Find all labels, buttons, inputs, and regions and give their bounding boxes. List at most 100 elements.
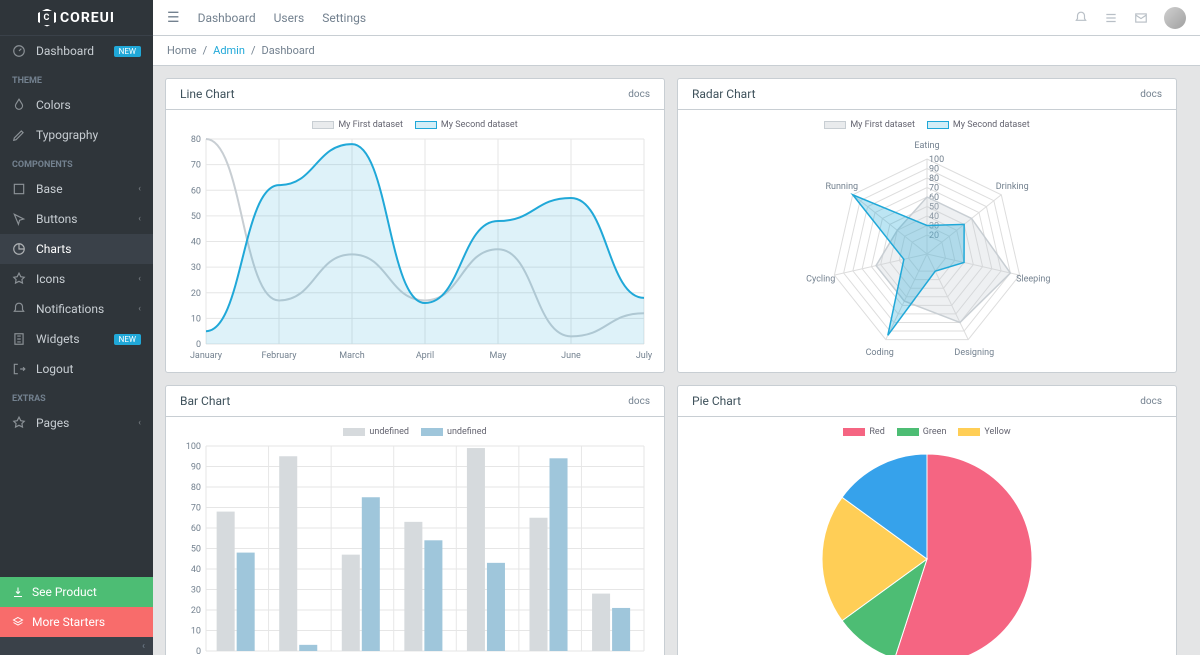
legend-item[interactable]: Red [843,427,884,437]
header: ☰ Dashboard Users Settings [153,0,1200,36]
breadcrumb-home[interactable]: Home [167,44,197,57]
list-icon[interactable] [1104,11,1118,25]
button-label: More Starters [32,615,105,629]
card-title: Bar Chart [180,394,230,408]
card-title: Radar Chart [692,87,756,101]
docs-link[interactable]: docs [628,89,650,100]
sidebar-label: Charts [36,242,71,256]
sidebar-item-pages[interactable]: Pages ‹ [0,408,153,438]
svg-text:May: May [490,351,508,361]
drop-icon [12,98,26,112]
sidebar-item-notifications[interactable]: Notifications ‹ [0,294,153,324]
svg-text:100: 100 [186,442,201,452]
line-chart-card: Line Chart docs My First dataset My Seco… [165,78,665,373]
chevron-left-icon: ‹ [138,304,141,314]
svg-text:40: 40 [191,565,201,575]
badge-new: NEW [114,46,141,57]
bell-icon[interactable] [1074,11,1088,25]
docs-link[interactable]: docs [1140,89,1162,100]
legend-item[interactable]: My Second dataset [415,120,518,130]
button-label: See Product [32,585,97,599]
star-icon [12,416,26,430]
envelope-icon[interactable] [1134,11,1148,25]
sidebar-item-logout[interactable]: Logout [0,354,153,384]
sidebar-label: Widgets [36,332,80,346]
chevron-left-icon: ‹ [142,641,145,652]
svg-text:50: 50 [191,212,201,222]
bell-icon [12,302,26,316]
pie-icon [12,242,26,256]
header-link-dashboard[interactable]: Dashboard [198,11,256,25]
card-body: My First dataset My Second dataset 01020… [166,110,664,372]
svg-text:Drinking: Drinking [996,182,1029,192]
card-header: Pie Chart docs [678,386,1176,417]
card-header: Line Chart docs [166,79,664,110]
bar-chart-card: Bar Chart docs undefined undefined 01020… [165,385,665,655]
legend-item[interactable]: undefined [343,427,409,437]
bar-chart: 0102030405060708090100JanuaryFebruaryMar… [176,441,654,655]
svg-text:20: 20 [191,289,201,299]
card-title: Pie Chart [692,394,741,408]
legend-item[interactable]: My First dataset [312,120,403,130]
svg-text:100: 100 [929,155,944,165]
sidebar-label: Typography [36,128,98,142]
sidebar-item-colors[interactable]: Colors [0,90,153,120]
pencil-icon [12,128,26,142]
svg-text:Eating: Eating [914,141,939,151]
breadcrumb-current: Dashboard [261,44,314,57]
logout-icon [12,362,26,376]
card-body: Red Green Yellow [678,417,1176,655]
chart-legend: My First dataset My Second dataset [688,120,1166,130]
sidebar-nav: Dashboard NEW THEME Colors Typography CO… [0,36,153,577]
sidebar-footer: See Product More Starters ‹ [0,577,153,655]
legend-item[interactable]: My Second dataset [927,120,1030,130]
sidebar-minimizer[interactable]: ‹ [0,637,153,655]
sidebar-item-icons[interactable]: Icons ‹ [0,264,153,294]
avatar[interactable] [1164,7,1186,29]
chart-legend: undefined undefined [176,427,654,437]
svg-text:30: 30 [191,263,201,273]
radar-chart: 2030405060708090100EatingDrinkingSleepin… [688,134,1166,362]
docs-link[interactable]: docs [1140,396,1162,407]
sidebar-toggle[interactable]: ☰ [167,10,180,26]
svg-text:0: 0 [196,340,201,350]
sidebar-item-base[interactable]: Base ‹ [0,174,153,204]
pie-chart [688,441,1166,655]
svg-text:70: 70 [929,184,939,194]
legend-item[interactable]: Yellow [958,427,1010,437]
brand[interactable]: C COREUI [0,0,153,36]
svg-text:50: 50 [191,545,201,555]
puzzle-icon [12,182,26,196]
sidebar-label: Logout [36,362,73,376]
sidebar-item-dashboard[interactable]: Dashboard NEW [0,36,153,66]
svg-text:60: 60 [191,186,201,196]
more-starters-button[interactable]: More Starters [0,607,153,637]
sidebar-label: Colors [36,98,71,112]
docs-link[interactable]: docs [628,396,650,407]
sidebar-item-typography[interactable]: Typography [0,120,153,150]
svg-text:Sleeping: Sleeping [1016,274,1050,284]
sidebar-label: Base [36,182,63,196]
header-link-users[interactable]: Users [274,11,305,25]
svg-text:30: 30 [191,586,201,596]
content: Line Chart docs My First dataset My Seco… [153,66,1200,655]
header-link-settings[interactable]: Settings [322,11,366,25]
breadcrumb-admin[interactable]: Admin [213,44,245,57]
sidebar-label: Icons [36,272,65,286]
card-header: Radar Chart docs [678,79,1176,110]
see-product-button[interactable]: See Product [0,577,153,607]
sidebar-item-buttons[interactable]: Buttons ‹ [0,204,153,234]
svg-text:80: 80 [191,135,201,145]
layers-icon [12,616,24,628]
card-body: undefined undefined 01020304050607080901… [166,417,664,655]
svg-text:80: 80 [929,174,939,184]
legend-item[interactable]: My First dataset [824,120,915,130]
main: ☰ Dashboard Users Settings Home / Admin … [153,0,1200,655]
sidebar-item-widgets[interactable]: Widgets NEW [0,324,153,354]
legend-item[interactable]: undefined [421,427,487,437]
svg-text:10: 10 [191,627,201,637]
radar-chart-card: Radar Chart docs My First dataset My Sec… [677,78,1177,373]
svg-text:January: January [190,351,223,361]
sidebar-item-charts[interactable]: Charts [0,234,153,264]
legend-item[interactable]: Green [897,427,947,437]
